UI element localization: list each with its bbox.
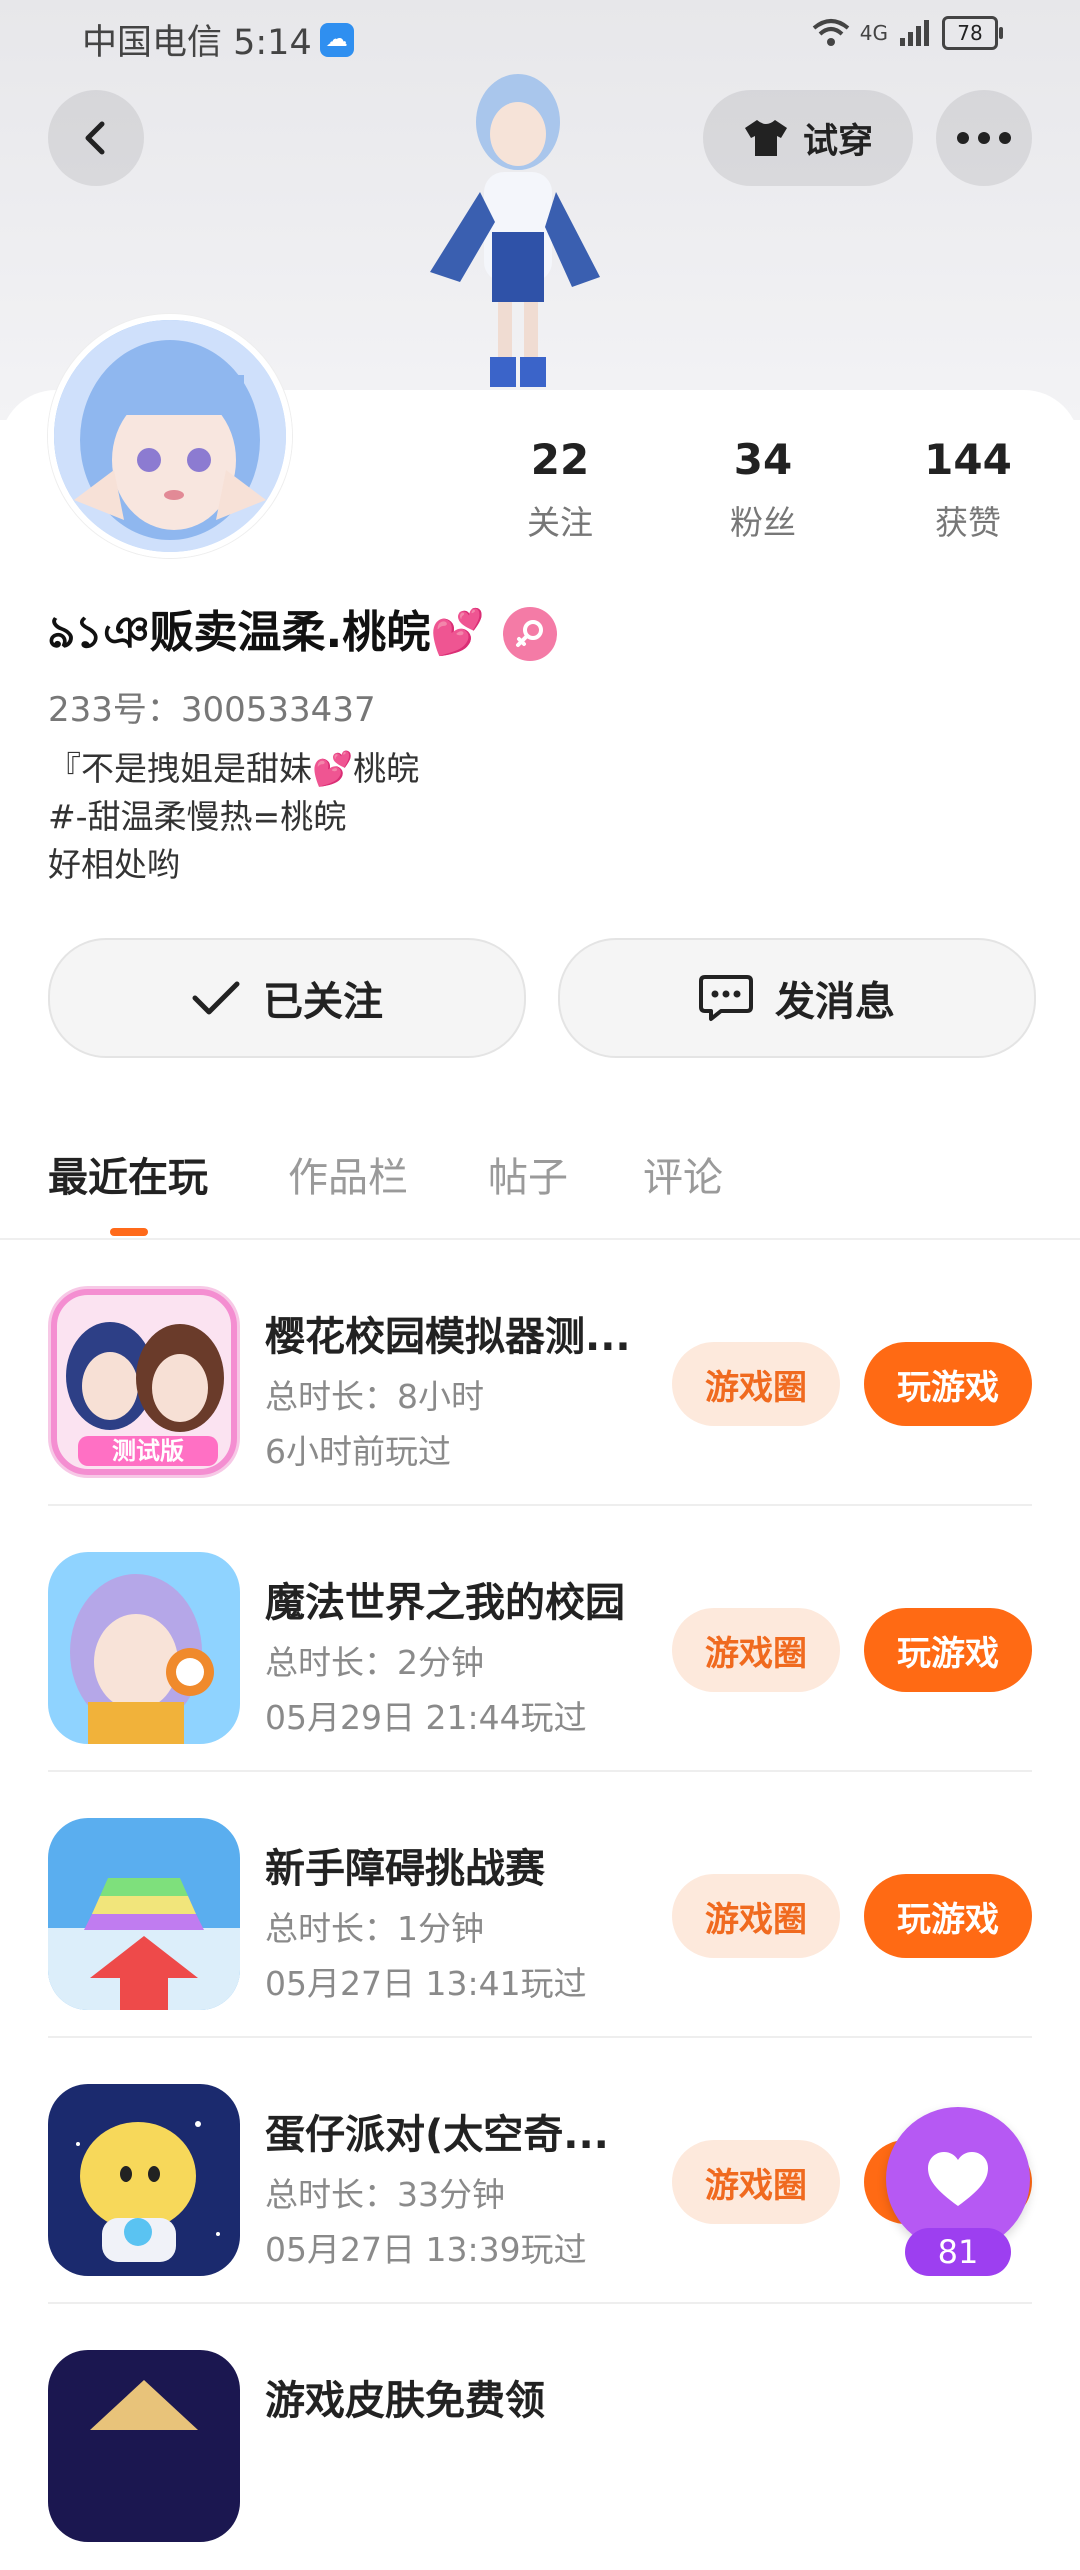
carrier-time: 中国电信 5:14 — [82, 23, 312, 63]
game-circle-button[interactable]: 游戏圈 — [672, 2140, 840, 2224]
bio-line: 好相处哟 — [48, 845, 180, 884]
bio-line: 『不是拽姐是甜妹💕桃皖 — [48, 749, 420, 788]
game-duration: 总时长：1分钟 — [265, 1909, 484, 1948]
followers-count: 34 — [733, 435, 793, 484]
followers-stat[interactable]: 34 粉丝 — [683, 435, 843, 544]
bio-line: #-甜温柔慢热=桃皖 — [48, 797, 347, 836]
game-icon — [48, 1552, 240, 1744]
profile-stats: 22 关注 34 粉丝 144 获赞 — [480, 435, 1040, 555]
play-game-button[interactable]: 玩游戏 — [864, 1874, 1032, 1958]
likes-count: 144 — [924, 435, 1012, 484]
chevron-left-icon — [85, 121, 105, 155]
back-button[interactable] — [48, 90, 144, 186]
followers-label: 粉丝 — [730, 503, 796, 542]
send-message-button[interactable]: 发消息 — [558, 938, 1036, 1058]
game-list-item[interactable]: 新手障碍挑战赛 总时长：1分钟 05月27日 13:41玩过 游戏圈 玩游戏 — [0, 1772, 1080, 2038]
status-left: 中国电信 5:14 ☁ — [82, 14, 354, 65]
tab-posts[interactable]: 帖子 — [488, 1145, 568, 1203]
game-last-played: 05月29日 21:44玩过 — [265, 1698, 587, 1737]
following-count: 22 — [530, 435, 590, 484]
game-last-played: 6小时前玩过 — [265, 1432, 451, 1471]
followed-label: 已关注 — [263, 979, 383, 1025]
battery-indicator: 78 — [942, 16, 1003, 50]
character-figure-image — [430, 74, 600, 387]
game-title: 新手障碍挑战赛 — [265, 1846, 545, 1892]
game-circle-button[interactable]: 游戏圈 — [672, 1342, 840, 1426]
recently-played-list: 测试版 樱花校园模拟器测... 总时长：8小时 6小时前玩过 游戏圈 玩游戏 魔… — [0, 1240, 1080, 2570]
play-game-button[interactable]: 玩游戏 — [864, 1608, 1032, 1692]
checkmark-icon — [192, 981, 240, 1015]
game-last-played: 05月27日 13:39玩过 — [265, 2230, 587, 2269]
game-last-played: 05月27日 13:41玩过 — [265, 1964, 587, 2003]
wifi-icon — [812, 19, 850, 46]
network-type: 4G — [859, 21, 888, 45]
heart-icon — [928, 2152, 988, 2206]
try-on-label: 试穿 — [802, 121, 873, 162]
more-options-button[interactable] — [936, 90, 1032, 186]
likes-label: 获赞 — [935, 503, 1001, 542]
like-count-badge: 81 — [905, 2228, 1011, 2276]
game-circle-button[interactable]: 游戏圈 — [672, 1608, 840, 1692]
game-icon: 测试版 — [48, 1286, 240, 1478]
more-dots-icon — [957, 132, 1011, 144]
game-icon — [48, 2084, 240, 2276]
female-gender-icon — [503, 607, 558, 661]
username-row: ঌ১ঞ贩卖温柔.桃皖💕 — [48, 596, 558, 672]
game-list-item[interactable]: 测试版 樱花校园模拟器测... 总时长：8小时 6小时前玩过 游戏圈 玩游戏 — [0, 1240, 1080, 1506]
user-id: 233号：300533437 — [48, 690, 376, 730]
avatar[interactable] — [48, 314, 292, 558]
active-tab-indicator — [110, 1228, 148, 1236]
tab-recently-played[interactable]: 最近在玩 — [48, 1145, 208, 1203]
cell-signal-icon — [900, 20, 929, 46]
test-version-badge: 测试版 — [112, 1437, 184, 1465]
weather-icon: ☁ — [319, 22, 354, 57]
shirt-icon — [744, 120, 787, 156]
try-on-button[interactable]: 试穿 — [703, 90, 913, 186]
game-duration: 总时长：8小时 — [265, 1377, 484, 1416]
game-list-item[interactable]: 游戏皮肤免费领 — [0, 2304, 1080, 2570]
game-duration: 总时长：33分钟 — [265, 2175, 505, 2214]
send-message-label: 发消息 — [775, 979, 895, 1025]
game-icon — [48, 1818, 240, 2010]
following-label: 关注 — [527, 503, 593, 542]
likes-stat[interactable]: 144 获赞 — [888, 435, 1048, 544]
tab-comments[interactable]: 评论 — [643, 1145, 723, 1203]
game-title: 蛋仔派对(太空奇... — [265, 2112, 609, 2158]
following-stat[interactable]: 22 关注 — [480, 435, 640, 544]
game-title: 游戏皮肤免费领 — [265, 2378, 545, 2424]
followed-button[interactable]: 已关注 — [48, 938, 526, 1058]
tab-works[interactable]: 作品栏 — [288, 1145, 408, 1203]
game-icon — [48, 2350, 240, 2542]
play-game-button[interactable]: 玩游戏 — [864, 1342, 1032, 1426]
username: ঌ১ঞ贩卖温柔.桃皖💕 — [48, 607, 486, 658]
game-list-item[interactable]: 魔法世界之我的校园 总时长：2分钟 05月29日 21:44玩过 游戏圈 玩游戏 — [0, 1506, 1080, 1772]
avatar-image — [54, 320, 286, 552]
bio: 『不是拽姐是甜妹💕桃皖 #-甜温柔慢热=桃皖 好相处哟 — [48, 745, 419, 889]
game-circle-button[interactable]: 游戏圈 — [672, 1874, 840, 1958]
game-duration: 总时长：2分钟 — [265, 1643, 484, 1682]
chat-bubble-icon — [699, 975, 753, 1021]
game-title: 魔法世界之我的校园 — [265, 1580, 625, 1626]
status-right: 4G 78 — [812, 16, 1003, 50]
game-title: 樱花校园模拟器测... — [265, 1314, 631, 1360]
